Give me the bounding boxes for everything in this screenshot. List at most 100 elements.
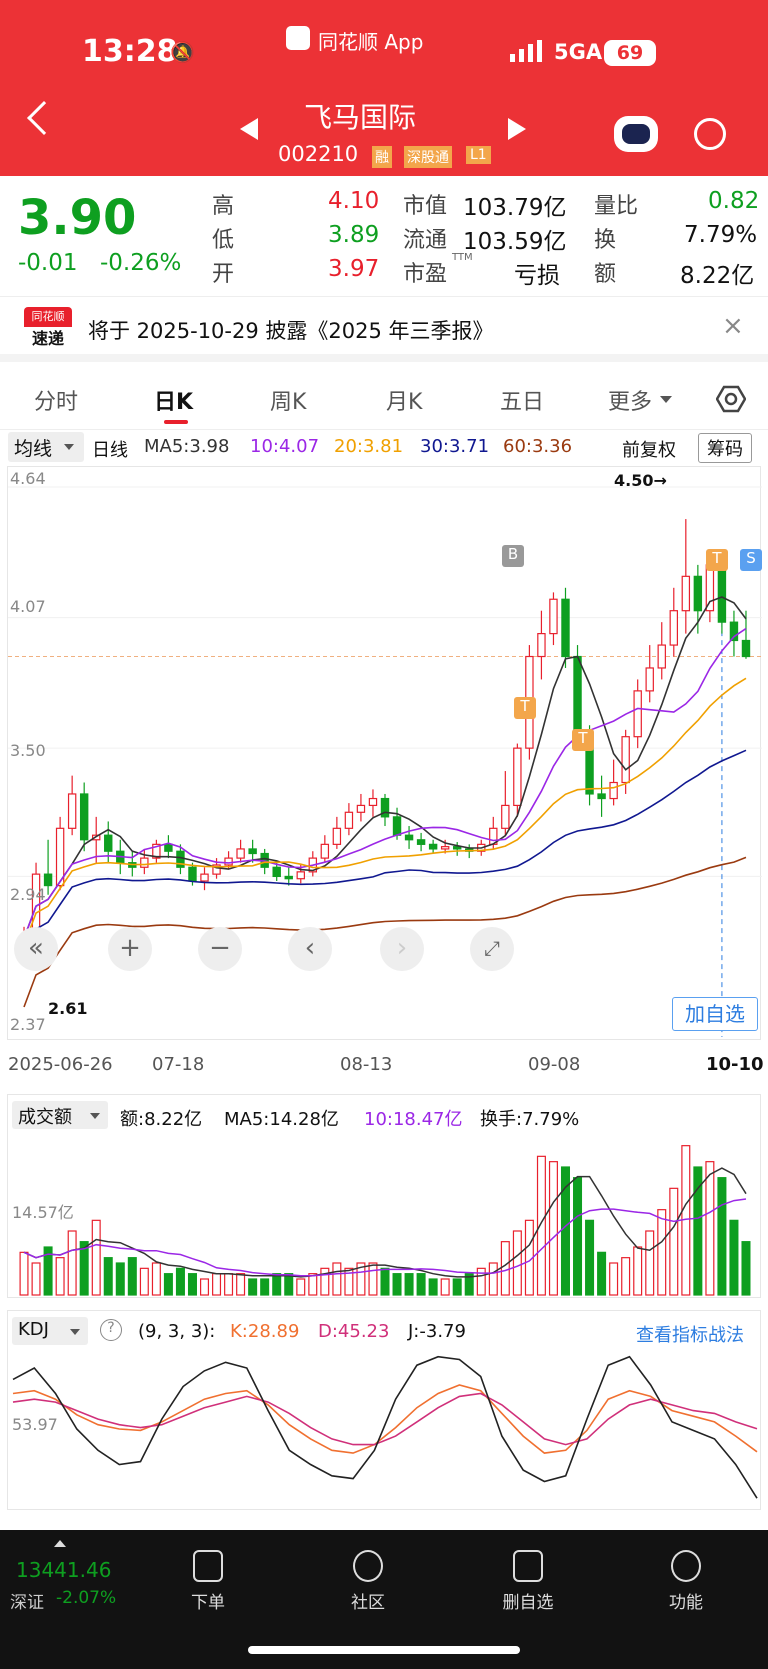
battery-badge: 69 <box>604 40 656 66</box>
prev-page-button[interactable]: ‹ <box>288 927 332 971</box>
signal-buy-marker[interactable]: B <box>502 545 524 567</box>
tab-more[interactable]: 更多 <box>608 384 652 416</box>
volume-bar <box>416 1273 426 1296</box>
nav-community[interactable]: 社区 <box>318 1550 418 1613</box>
nav-order[interactable]: 下单 <box>158 1550 258 1613</box>
date-label-current: 10-10 <box>706 1054 764 1075</box>
home-indicator[interactable] <box>248 1646 520 1654</box>
tab-monthly-k[interactable]: 月K <box>386 384 422 416</box>
candle-body <box>669 610 678 646</box>
signal-sell-marker[interactable]: S <box>740 549 762 571</box>
settings-hexagon-icon[interactable] <box>715 384 747 414</box>
search-icon[interactable] <box>694 118 726 150</box>
network-label: 5GA <box>554 40 603 64</box>
volume-bar <box>404 1273 414 1296</box>
index-name: 深证 <box>10 1593 44 1613</box>
robot-assistant-icon[interactable] <box>614 116 658 152</box>
volume-bar <box>392 1273 402 1296</box>
volume-bar <box>139 1267 149 1296</box>
volume-bar <box>573 1177 583 1296</box>
candle-body <box>513 747 522 807</box>
nav-community-label: 社区 <box>351 1593 385 1613</box>
price-change: -0.01 <box>18 250 78 276</box>
scroll-left-button[interactable]: « <box>14 927 58 971</box>
nav-functions[interactable]: 功能 <box>636 1550 736 1613</box>
min-price-marker: 2.61 <box>48 999 88 1018</box>
volume-bar <box>163 1273 173 1296</box>
turnover-value: 7.79% <box>684 222 758 248</box>
chevron-down-icon <box>660 396 672 403</box>
tab-weekly-k[interactable]: 周K <box>270 384 306 416</box>
volume-bar <box>248 1278 258 1296</box>
fullscreen-button[interactable]: ⤢ <box>470 927 514 971</box>
volume-bar <box>597 1251 607 1296</box>
signal-icon <box>510 40 544 62</box>
volume-bar <box>368 1262 378 1296</box>
close-icon[interactable]: × <box>722 311 744 341</box>
volume-bar <box>669 1187 679 1296</box>
float-value: 103.59亿 <box>463 229 567 255</box>
tab-five-day[interactable]: 五日 <box>500 384 544 416</box>
volume-bar <box>440 1278 450 1296</box>
volume-bar <box>284 1273 294 1296</box>
candle-body <box>621 736 630 784</box>
kdj-y-label: 53.97 <box>12 1415 58 1434</box>
tab-intraday[interactable]: 分时 <box>34 384 78 416</box>
candle-body <box>43 873 53 887</box>
low-value: 3.89 <box>328 222 380 248</box>
signal-t-marker[interactable]: T <box>572 729 594 751</box>
prev-stock-icon[interactable] <box>240 118 258 140</box>
amount-label: 额 <box>594 262 617 287</box>
back-icon[interactable] <box>27 101 61 135</box>
candle-body <box>549 598 558 635</box>
next-stock-icon[interactable] <box>508 118 526 140</box>
open-label: 开 <box>212 262 235 287</box>
zoom-out-button[interactable]: − <box>198 927 242 971</box>
candle-body <box>717 564 727 623</box>
index-up-icon <box>54 1540 66 1547</box>
candle-body <box>356 804 366 813</box>
amount-value: 8.22亿 <box>680 263 755 289</box>
chips-button[interactable]: 筹码 <box>698 433 752 463</box>
kdj-chart[interactable]: KDJ ? (9, 3, 3): K:28.89 D:45.23 J:-3.79… <box>7 1310 761 1510</box>
tab-daily-k[interactable]: 日K <box>154 384 193 416</box>
ma10-value: 10:4.07 <box>250 436 320 457</box>
signal-t-marker[interactable]: T <box>514 697 536 719</box>
candle-body <box>645 667 654 692</box>
volume-bar <box>705 1161 715 1296</box>
ma5-line <box>23 596 747 939</box>
candle-body <box>741 639 751 658</box>
candle-body <box>416 839 426 845</box>
add-watchlist-button[interactable]: 加自选 <box>672 997 758 1031</box>
candle-body <box>200 873 209 882</box>
candle-body <box>344 811 354 829</box>
signal-t-marker[interactable]: T <box>706 549 728 571</box>
candle-body <box>440 846 450 850</box>
volume-chart[interactable]: 成交额 额:8.22亿 MA5:14.28亿 10:18.47亿 换手:7.79… <box>7 1094 761 1298</box>
nav-remove-watch-label: 删自选 <box>502 1593 554 1613</box>
stock-tag-level: L1 <box>466 146 491 164</box>
notice-text: 将于 2025-10-29 披露《2025 年三季报》 <box>88 319 494 343</box>
candle-body <box>284 875 293 880</box>
bottom-bar: 13441.46 深证 -2.07% 下单 社区 删自选 功能 <box>0 1530 768 1669</box>
zoom-in-button[interactable]: + <box>108 927 152 971</box>
kline-chart[interactable]: 4.64 4.07 3.50 2.94 2.37 4.50→ 2.61 B T … <box>7 466 762 1040</box>
ma-selector[interactable]: 均线 <box>8 432 84 462</box>
volume-bar <box>67 1230 77 1296</box>
nav-remove-watch[interactable]: 删自选 <box>478 1550 578 1613</box>
candle-body <box>681 575 691 612</box>
max-price-marker: 4.50→ <box>614 471 667 490</box>
next-page-button[interactable]: › <box>380 927 424 971</box>
volume-bar <box>657 1209 667 1296</box>
candle-body <box>368 797 378 807</box>
volume-ratio-label: 量比 <box>594 194 639 219</box>
high-label: 高 <box>212 194 235 219</box>
report-notice[interactable]: 同花顺 速递 将于 2025-10-29 披露《2025 年三季报》 × <box>0 296 768 362</box>
candle-body <box>428 843 438 850</box>
index-ticker[interactable]: 13441.46 深证 -2.07% <box>0 1530 150 1630</box>
candle-body <box>657 644 666 669</box>
candle-body <box>296 871 305 880</box>
volume-bar <box>332 1262 342 1296</box>
adjust-mode[interactable]: 前复权 <box>622 436 676 462</box>
volume-bar <box>175 1267 185 1296</box>
